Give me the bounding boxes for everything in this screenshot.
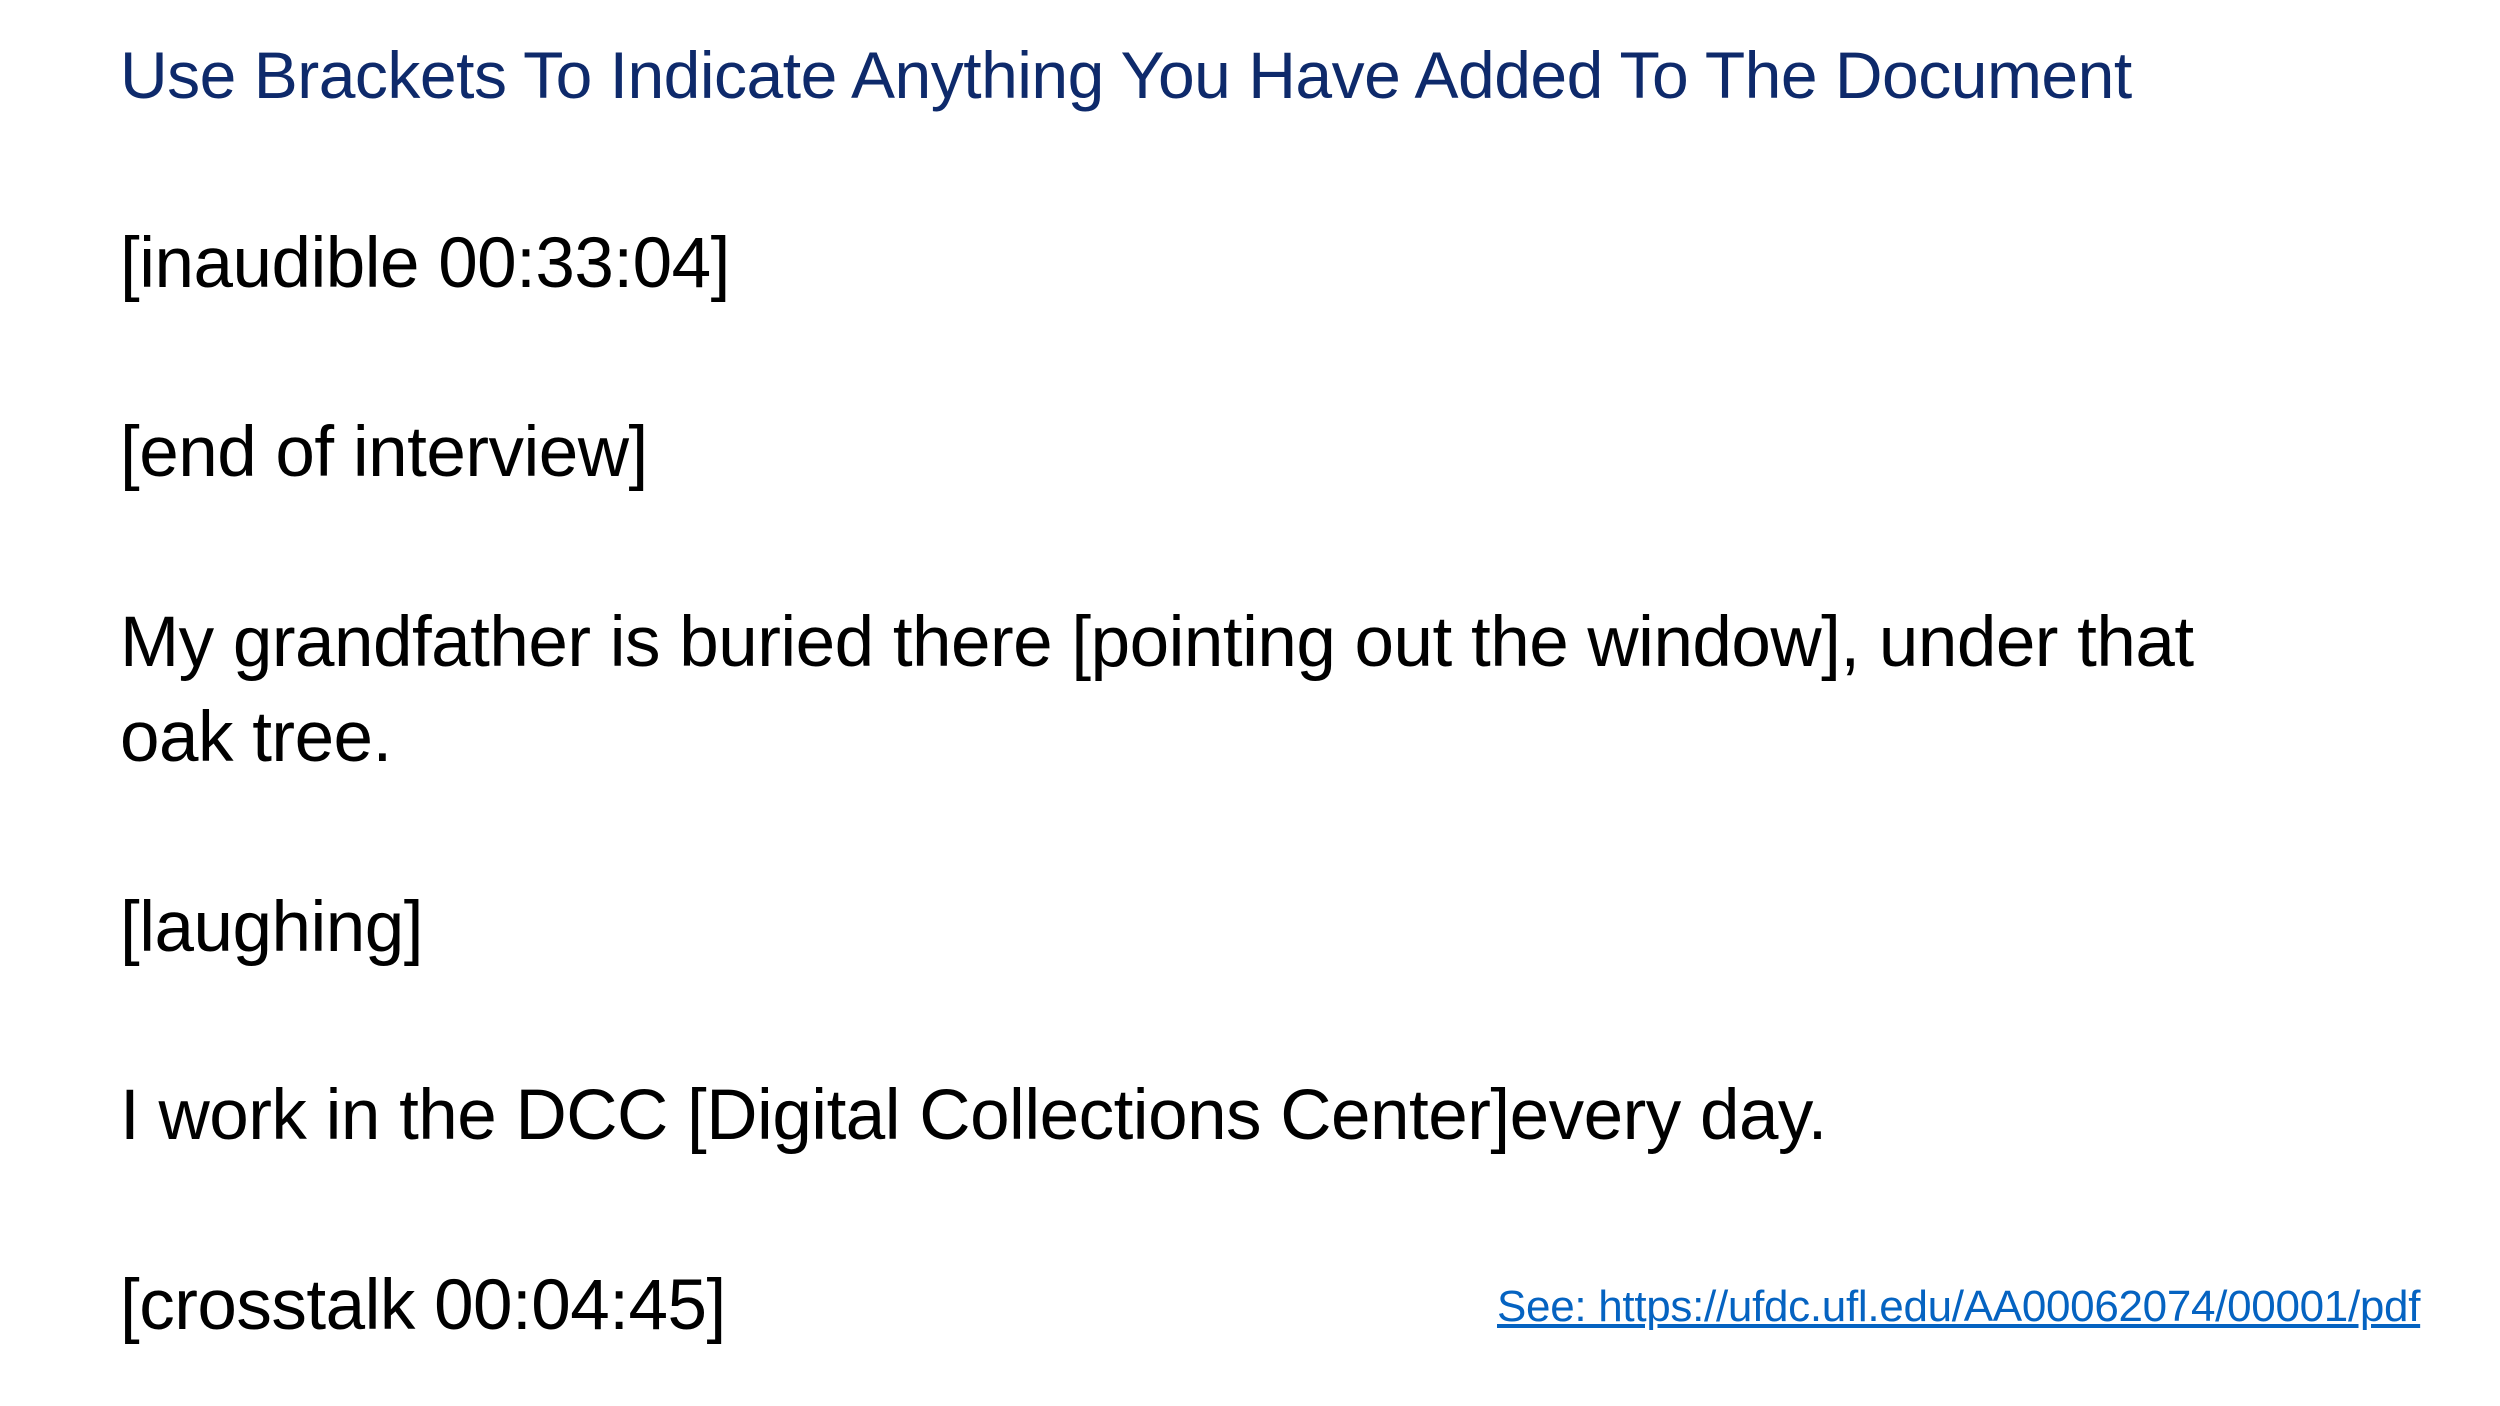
example-dcc: I work in the DCC [Digital Collections C…	[120, 1076, 1827, 1155]
slide: Use Brackets To Indicate Anything You Ha…	[0, 0, 2500, 1406]
source-link[interactable]: See: https://ufdc.ufl.edu/AA00062074/000…	[1497, 1277, 2420, 1337]
example-end-of-interview: [end of interview]	[120, 413, 648, 492]
example-laughing: [laughing]	[120, 888, 423, 967]
example-crosstalk: [crosstalk 00:04:45]	[120, 1266, 726, 1345]
example-pointing-line-2: oak tree.	[120, 698, 392, 777]
slide-title: Use Brackets To Indicate Anything You Ha…	[120, 38, 2132, 112]
example-pointing-line-1: My grandfather is buried there [pointing…	[120, 603, 2194, 682]
example-inaudible: [inaudible 00:33:04]	[120, 224, 730, 303]
